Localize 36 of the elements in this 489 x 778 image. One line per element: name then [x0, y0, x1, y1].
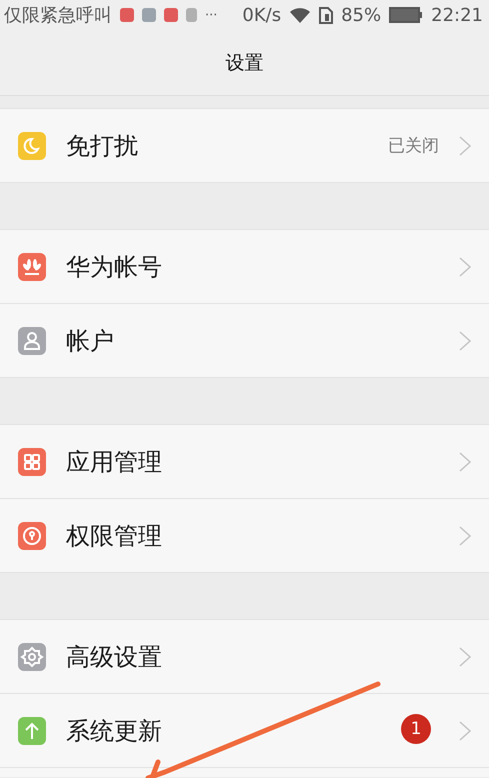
setting-label: 应用管理: [66, 446, 162, 478]
chevron-right-icon: [459, 526, 471, 546]
settings-row[interactable]: 权限管理: [0, 499, 489, 573]
chevron-right-icon: [459, 646, 471, 666]
chevron-right-icon: [459, 452, 471, 472]
settings-row[interactable]: 应用管理: [0, 425, 489, 499]
settings-row[interactable]: 免打扰 已关闭: [0, 109, 489, 183]
setting-label: 华为帐号: [66, 252, 162, 282]
chevron-right-icon: [459, 720, 471, 740]
notification-icon: [164, 8, 178, 22]
battery-icon: [389, 7, 424, 23]
settings-row[interactable]: 高级设置: [0, 620, 489, 694]
chevron-right-icon: [459, 256, 471, 276]
battery-percent: 85%: [341, 4, 382, 26]
notification-icon: [120, 8, 134, 22]
page-title: 设置: [226, 50, 264, 76]
setting-label: 免打扰: [66, 130, 138, 162]
clock-time: 22:21: [431, 4, 483, 26]
settings-row[interactable]: 华为帐号: [0, 230, 489, 304]
notification-icon: [186, 8, 197, 22]
wifi-icon: [289, 7, 312, 23]
setting-status: 已关闭: [388, 135, 439, 157]
setting-label: 系统更新: [66, 716, 162, 746]
carrier-text: 仅限紧急呼叫: [4, 4, 112, 27]
chevron-right-icon: [459, 330, 471, 350]
chevron-right-icon: [459, 136, 471, 156]
notification-badge: 1: [401, 714, 431, 744]
sim-card-icon: [319, 6, 334, 24]
notification-icon: [142, 8, 156, 22]
setting-label: 帐户: [66, 326, 114, 356]
setting-label: 权限管理: [66, 520, 162, 552]
setting-label: 高级设置: [66, 642, 162, 672]
settings-row[interactable]: 帐户: [0, 304, 489, 378]
more-notifications-text: ···: [205, 8, 218, 22]
network-speed: 0K/s: [242, 4, 282, 26]
settings-row[interactable]: [0, 768, 489, 777]
